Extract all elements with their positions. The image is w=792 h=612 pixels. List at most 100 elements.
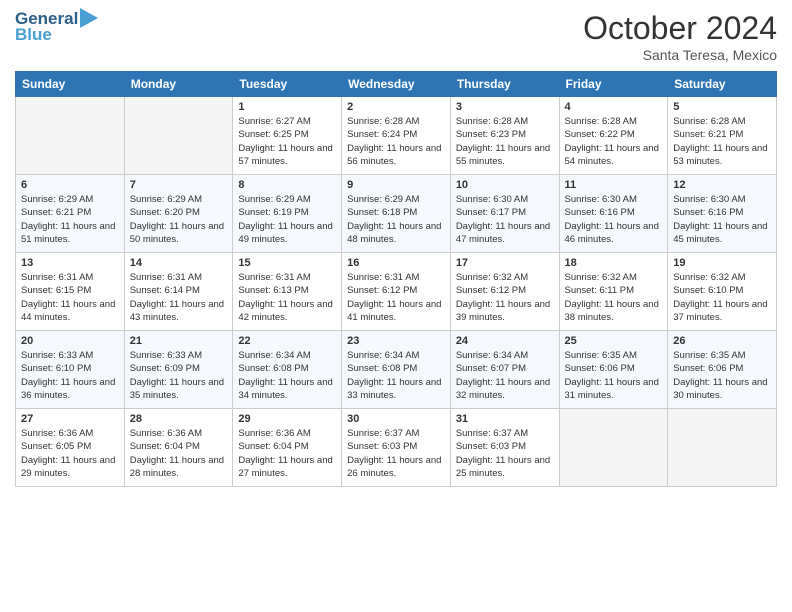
calendar-cell: 8 Sunrise: 6:29 AM Sunset: 6:19 PM Daylig… xyxy=(233,175,342,253)
day-info: Sunrise: 6:30 AM Sunset: 6:16 PM Dayligh… xyxy=(673,193,771,246)
calendar-cell: 29 Sunrise: 6:36 AM Sunset: 6:04 PM Dayli… xyxy=(233,409,342,487)
day-info: Sunrise: 6:34 AM Sunset: 6:08 PM Dayligh… xyxy=(347,349,445,402)
day-info: Sunrise: 6:34 AM Sunset: 6:07 PM Dayligh… xyxy=(456,349,554,402)
week-row-1: 1Sunrise: 6:27 AM Sunset: 6:25 PM Daylig… xyxy=(16,97,777,175)
header-row: Sunday Monday Tuesday Wednesday Thursday… xyxy=(16,72,777,97)
calendar-cell: 31 Sunrise: 6:37 AM Sunset: 6:03 PM Dayli… xyxy=(450,409,559,487)
calendar-cell: 19 Sunrise: 6:32 AM Sunset: 6:10 PM Dayli… xyxy=(668,253,777,331)
logo: General Blue xyxy=(15,10,98,44)
day-info: Sunrise: 6:29 AM Sunset: 6:18 PM Dayligh… xyxy=(347,193,445,246)
day-number: 3 xyxy=(456,101,554,113)
calendar-cell: 2 Sunrise: 6:28 AM Sunset: 6:24 PM Daylig… xyxy=(342,97,451,175)
day-number: 6 xyxy=(21,179,119,191)
calendar-cell: 23 Sunrise: 6:34 AM Sunset: 6:08 PM Dayli… xyxy=(342,331,451,409)
calendar-cell xyxy=(559,409,668,487)
calendar-cell: 21 Sunrise: 6:33 AM Sunset: 6:09 PM Dayli… xyxy=(124,331,233,409)
header: General Blue October 2024 Santa Teresa, … xyxy=(15,10,777,63)
col-wednesday: Wednesday xyxy=(342,72,451,97)
day-info: Sunrise: 6:35 AM Sunset: 6:06 PM Dayligh… xyxy=(673,349,771,402)
day-number: 19 xyxy=(673,257,771,269)
col-thursday: Thursday xyxy=(450,72,559,97)
day-number: 2 xyxy=(347,101,445,113)
col-tuesday: Tuesday xyxy=(233,72,342,97)
day-info: Sunrise: 6:33 AM Sunset: 6:09 PM Dayligh… xyxy=(130,349,228,402)
calendar-cell: 22 Sunrise: 6:34 AM Sunset: 6:08 PM Dayli… xyxy=(233,331,342,409)
calendar-cell: 3Sunrise: 6:28 AM Sunset: 6:23 PM Daylig… xyxy=(450,97,559,175)
calendar-cell: 5 Sunrise: 6:28 AM Sunset: 6:21 PM Daylig… xyxy=(668,97,777,175)
day-number: 29 xyxy=(238,413,336,425)
calendar-cell: 4 Sunrise: 6:28 AM Sunset: 6:22 PM Daylig… xyxy=(559,97,668,175)
day-number: 13 xyxy=(21,257,119,269)
day-number: 17 xyxy=(456,257,554,269)
calendar-cell: 12 Sunrise: 6:30 AM Sunset: 6:16 PM Dayli… xyxy=(668,175,777,253)
day-number: 27 xyxy=(21,413,119,425)
month-title: October 2024 xyxy=(583,10,777,47)
col-friday: Friday xyxy=(559,72,668,97)
calendar-cell: 14Sunrise: 6:31 AM Sunset: 6:14 PM Dayli… xyxy=(124,253,233,331)
col-monday: Monday xyxy=(124,72,233,97)
calendar-cell: 17 Sunrise: 6:32 AM Sunset: 6:12 PM Dayli… xyxy=(450,253,559,331)
day-info: Sunrise: 6:28 AM Sunset: 6:24 PM Dayligh… xyxy=(347,115,445,168)
day-info: Sunrise: 6:29 AM Sunset: 6:19 PM Dayligh… xyxy=(238,193,336,246)
day-info: Sunrise: 6:33 AM Sunset: 6:10 PM Dayligh… xyxy=(21,349,119,402)
day-info: Sunrise: 6:37 AM Sunset: 6:03 PM Dayligh… xyxy=(456,427,554,480)
day-info: Sunrise: 6:27 AM Sunset: 6:25 PM Dayligh… xyxy=(238,115,336,168)
location: Santa Teresa, Mexico xyxy=(583,47,777,63)
day-number: 12 xyxy=(673,179,771,191)
day-info: Sunrise: 6:28 AM Sunset: 6:22 PM Dayligh… xyxy=(565,115,663,168)
week-row-4: 20 Sunrise: 6:33 AM Sunset: 6:10 PM Dayli… xyxy=(16,331,777,409)
calendar-cell: 25Sunrise: 6:35 AM Sunset: 6:06 PM Dayli… xyxy=(559,331,668,409)
day-info: Sunrise: 6:30 AM Sunset: 6:17 PM Dayligh… xyxy=(456,193,554,246)
page-container: General Blue October 2024 Santa Teresa, … xyxy=(0,0,792,497)
calendar-cell: 10 Sunrise: 6:30 AM Sunset: 6:17 PM Dayli… xyxy=(450,175,559,253)
day-number: 31 xyxy=(456,413,554,425)
day-number: 15 xyxy=(238,257,336,269)
week-row-2: 6Sunrise: 6:29 AM Sunset: 6:21 PM Daylig… xyxy=(16,175,777,253)
logo-icon xyxy=(80,8,98,28)
day-info: Sunrise: 6:28 AM Sunset: 6:21 PM Dayligh… xyxy=(673,115,771,168)
calendar-cell: 18Sunrise: 6:32 AM Sunset: 6:11 PM Dayli… xyxy=(559,253,668,331)
day-info: Sunrise: 6:36 AM Sunset: 6:04 PM Dayligh… xyxy=(238,427,336,480)
day-info: Sunrise: 6:32 AM Sunset: 6:12 PM Dayligh… xyxy=(456,271,554,324)
calendar-cell: 20 Sunrise: 6:33 AM Sunset: 6:10 PM Dayli… xyxy=(16,331,125,409)
day-number: 24 xyxy=(456,335,554,347)
week-row-5: 27 Sunrise: 6:36 AM Sunset: 6:05 PM Dayli… xyxy=(16,409,777,487)
day-info: Sunrise: 6:36 AM Sunset: 6:05 PM Dayligh… xyxy=(21,427,119,480)
day-number: 4 xyxy=(565,101,663,113)
day-number: 5 xyxy=(673,101,771,113)
day-number: 28 xyxy=(130,413,228,425)
day-info: Sunrise: 6:34 AM Sunset: 6:08 PM Dayligh… xyxy=(238,349,336,402)
day-info: Sunrise: 6:32 AM Sunset: 6:10 PM Dayligh… xyxy=(673,271,771,324)
calendar-cell xyxy=(668,409,777,487)
day-number: 8 xyxy=(238,179,336,191)
day-number: 11 xyxy=(565,179,663,191)
day-number: 21 xyxy=(130,335,228,347)
day-number: 30 xyxy=(347,413,445,425)
calendar-cell: 24 Sunrise: 6:34 AM Sunset: 6:07 PM Dayli… xyxy=(450,331,559,409)
logo-text-blue: Blue xyxy=(15,26,52,45)
day-info: Sunrise: 6:31 AM Sunset: 6:15 PM Dayligh… xyxy=(21,271,119,324)
day-number: 26 xyxy=(673,335,771,347)
col-saturday: Saturday xyxy=(668,72,777,97)
day-number: 14 xyxy=(130,257,228,269)
calendar-cell: 30 Sunrise: 6:37 AM Sunset: 6:03 PM Dayli… xyxy=(342,409,451,487)
day-number: 7 xyxy=(130,179,228,191)
calendar-cell: 15Sunrise: 6:31 AM Sunset: 6:13 PM Dayli… xyxy=(233,253,342,331)
day-number: 20 xyxy=(21,335,119,347)
day-number: 23 xyxy=(347,335,445,347)
day-info: Sunrise: 6:31 AM Sunset: 6:12 PM Dayligh… xyxy=(347,271,445,324)
calendar-cell: 7 Sunrise: 6:29 AM Sunset: 6:20 PM Daylig… xyxy=(124,175,233,253)
calendar-cell xyxy=(16,97,125,175)
calendar-cell: 6Sunrise: 6:29 AM Sunset: 6:21 PM Daylig… xyxy=(16,175,125,253)
calendar-cell: 28 Sunrise: 6:36 AM Sunset: 6:04 PM Dayli… xyxy=(124,409,233,487)
day-number: 9 xyxy=(347,179,445,191)
day-number: 22 xyxy=(238,335,336,347)
calendar-cell: 13 Sunrise: 6:31 AM Sunset: 6:15 PM Dayli… xyxy=(16,253,125,331)
day-info: Sunrise: 6:36 AM Sunset: 6:04 PM Dayligh… xyxy=(130,427,228,480)
calendar-cell: 26 Sunrise: 6:35 AM Sunset: 6:06 PM Dayli… xyxy=(668,331,777,409)
day-info: Sunrise: 6:29 AM Sunset: 6:20 PM Dayligh… xyxy=(130,193,228,246)
day-number: 10 xyxy=(456,179,554,191)
calendar-cell: 1Sunrise: 6:27 AM Sunset: 6:25 PM Daylig… xyxy=(233,97,342,175)
calendar-cell: 9 Sunrise: 6:29 AM Sunset: 6:18 PM Daylig… xyxy=(342,175,451,253)
day-info: Sunrise: 6:37 AM Sunset: 6:03 PM Dayligh… xyxy=(347,427,445,480)
